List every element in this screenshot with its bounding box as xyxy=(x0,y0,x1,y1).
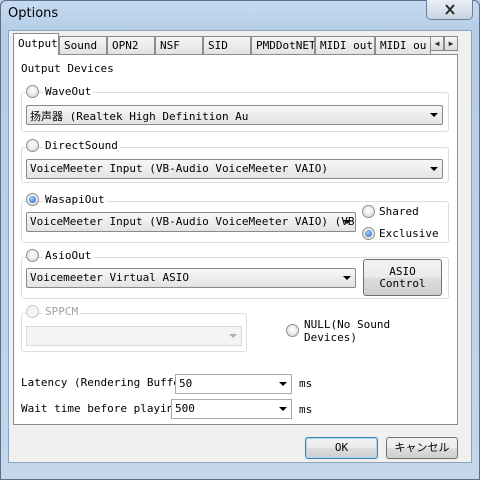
wait-time-value: 500 xyxy=(175,402,195,415)
waveout-radio[interactable] xyxy=(26,85,39,98)
wait-time-unit: ms xyxy=(299,403,313,416)
asioout-label: AsioOut xyxy=(43,249,94,262)
chevron-down-icon xyxy=(229,334,237,338)
directsound-label: DirectSound xyxy=(43,139,120,152)
null-radio[interactable] xyxy=(286,324,299,337)
sppcm-label: SPPCM xyxy=(43,305,81,318)
chevron-right-icon: ▶ xyxy=(448,39,454,48)
close-button[interactable] xyxy=(426,0,473,20)
chevron-down-icon xyxy=(279,382,287,386)
latency-value: 50 xyxy=(179,377,193,390)
tab-nsf[interactable]: NSF xyxy=(155,36,203,55)
asioout-radio[interactable] xyxy=(26,249,39,262)
asio-control-button[interactable]: ASIO Control xyxy=(363,259,442,296)
wasapiout-radio[interactable] xyxy=(26,193,39,206)
asioout-device-value: Voicemeeter Virtual ASIO xyxy=(30,271,189,284)
wasapiout-device-select[interactable]: VoiceMeeter Input (VB-Audio VoiceMeeter … xyxy=(26,212,356,232)
sppcm-radio xyxy=(26,305,39,318)
waveout-device-select[interactable]: 扬声器 (Realtek High Definition Au xyxy=(26,105,443,125)
wasapi-exclusive-label: Exclusive xyxy=(379,227,439,240)
tab-midi-out[interactable]: MIDI out xyxy=(315,36,375,55)
directsound-radio[interactable] xyxy=(26,139,39,152)
tab-output[interactable]: Output xyxy=(13,33,59,55)
tab-scroll-left-button[interactable]: ◀ xyxy=(430,36,444,51)
sppcm-device-select xyxy=(26,326,242,346)
directsound-device-select[interactable]: VoiceMeeter Input (VB-Audio VoiceMeeter … xyxy=(26,159,443,179)
chevron-down-icon xyxy=(430,167,438,171)
wasapiout-device-value: VoiceMeeter Input (VB-Audio VoiceMeeter … xyxy=(30,215,356,228)
tab-sid[interactable]: SID xyxy=(203,36,251,55)
tab-midi-out-2[interactable]: MIDI ou xyxy=(375,36,431,55)
chevron-down-icon xyxy=(343,220,351,224)
output-devices-label: Output Devices xyxy=(21,62,114,75)
chevron-down-icon xyxy=(430,113,438,117)
chevron-down-icon xyxy=(279,407,287,411)
wasapi-exclusive-radio[interactable] xyxy=(362,227,375,240)
tab-sound[interactable]: Sound xyxy=(59,36,107,55)
latency-unit: ms xyxy=(299,377,313,390)
null-label: NULL(No Sound Devices) xyxy=(304,318,391,344)
waveout-device-value: 扬声器 (Realtek High Definition Au xyxy=(30,110,249,123)
close-icon xyxy=(444,4,455,15)
latency-select[interactable]: 50 xyxy=(175,374,292,394)
wasapi-shared-radio[interactable] xyxy=(362,205,375,218)
directsound-device-value: VoiceMeeter Input (VB-Audio VoiceMeeter … xyxy=(30,162,329,175)
window-title: Options xyxy=(8,6,59,21)
ok-button[interactable]: OK xyxy=(305,437,378,459)
tab-pmddotnet[interactable]: PMDDotNET xyxy=(251,36,315,55)
latency-label: Latency (Rendering Buffer) xyxy=(21,376,194,389)
chevron-left-icon: ◀ xyxy=(434,39,440,48)
wait-time-select[interactable]: 500 xyxy=(171,399,292,419)
wasapiout-label: WasapiOut xyxy=(43,193,107,206)
tab-scroll-right-button[interactable]: ▶ xyxy=(444,36,458,51)
tab-opn2[interactable]: OPN2 xyxy=(107,36,155,55)
wasapi-shared-label: Shared xyxy=(379,205,419,218)
asioout-device-select[interactable]: Voicemeeter Virtual ASIO xyxy=(26,268,356,288)
waveout-label: WaveOut xyxy=(43,85,94,98)
cancel-button[interactable]: キャンセル xyxy=(386,437,458,459)
chevron-down-icon xyxy=(343,276,351,280)
wait-time-label: Wait time before playing xyxy=(21,402,180,415)
